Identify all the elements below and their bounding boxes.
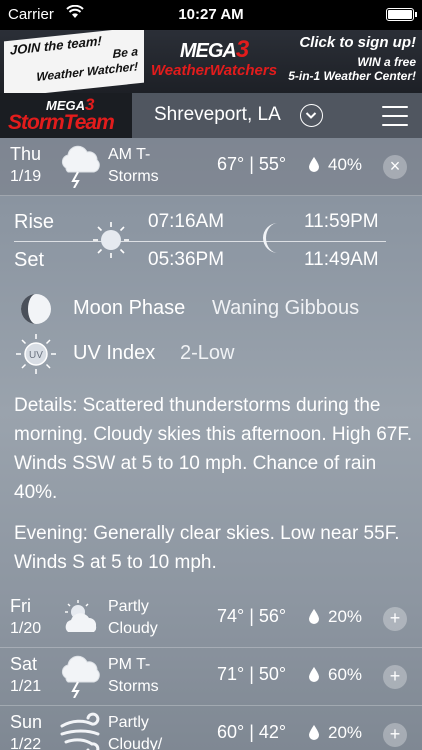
day-name: Fri xyxy=(10,596,31,616)
raindrop-icon xyxy=(308,666,320,682)
weather-watchers-ad-banner[interactable]: JOIN the team! Be a Weather Watcher! MEG… xyxy=(0,30,422,93)
moonrise-time: 11:59PM xyxy=(304,211,379,232)
mega-text: MEGA xyxy=(179,40,237,62)
status-bar: Carrier 10:27 AM xyxy=(0,0,422,30)
clock-time: 10:27 AM xyxy=(178,6,244,23)
moonset-time: 11:49AM xyxy=(304,249,379,270)
logo-name: StormTeam xyxy=(8,111,115,134)
day-condition: Partly Cloudy/ xyxy=(108,714,163,750)
raindrop-icon xyxy=(308,724,320,740)
precip-chance: 40% xyxy=(328,155,363,174)
day-condition: Partly Cloudy xyxy=(108,598,158,637)
raindrop-icon xyxy=(308,156,320,172)
day-temperatures: 67° | 55° xyxy=(217,154,287,174)
moon-icon xyxy=(258,221,288,255)
sunset-time: 05:36PM xyxy=(148,249,225,270)
battery-icon xyxy=(386,8,417,21)
day-detail-panel: Rise Set 07:16AM 05:36PM 11:59PM 11:49AM… xyxy=(0,197,422,589)
sign-up-callout: Click to sign up! WIN a free 5-in-1 Weat… xyxy=(276,34,416,83)
precip-chance: 20% xyxy=(328,723,363,742)
sunrise-time: 07:16AM xyxy=(148,211,225,232)
forecast-day-row[interactable]: Fri 1/20 Partly Cloudy 74° | 56° 20% + xyxy=(0,590,422,648)
thunderstorm-icon xyxy=(58,144,104,189)
location-selector[interactable]: Shreveport, LA xyxy=(154,104,281,126)
raindrop-icon xyxy=(308,608,320,624)
uv-icon: UV xyxy=(14,332,58,376)
hamburger-menu-icon[interactable] xyxy=(382,106,408,126)
thunderstorm-icon xyxy=(58,654,104,699)
day-temperatures: 60° | 42° xyxy=(217,722,287,742)
moon-phase-icon xyxy=(14,287,58,331)
day-date: 1/19 xyxy=(10,168,42,185)
expand-button[interactable]: + xyxy=(383,665,407,689)
day-date: 1/22 xyxy=(10,736,42,750)
day-temperatures: 71° | 50° xyxy=(217,664,287,684)
windy-icon xyxy=(58,712,104,750)
app-header: MEGA3 StormTeam Shreveport, LA xyxy=(0,93,422,138)
sun-icon xyxy=(90,219,132,261)
day-name: Sat xyxy=(10,654,38,674)
day-date: 1/20 xyxy=(10,620,42,637)
uv-index-value: 2-Low xyxy=(180,342,235,364)
day-condition: PM T-Storms xyxy=(108,656,159,695)
day-temperatures: 74° | 56° xyxy=(217,606,287,626)
precip-chance: 60% xyxy=(328,665,363,684)
day-condition: AM T-Storms xyxy=(108,146,159,185)
evening-details-text: Evening: Generally clear skies. Low near… xyxy=(14,523,400,573)
uv-index-label: UV Index xyxy=(73,342,156,364)
uv-icon-text: UV xyxy=(29,350,43,361)
day-name: Sun xyxy=(10,712,43,732)
forecast-day-row[interactable]: Thu 1/19 AM T-Storms 67° | 55° 40% × xyxy=(0,138,422,196)
day-date: 1/21 xyxy=(10,678,42,695)
win-line-1: WIN a free xyxy=(357,55,416,69)
collapse-button[interactable]: × xyxy=(383,155,407,179)
mega-number: 3 xyxy=(235,36,249,63)
precip-chance: 20% xyxy=(328,607,363,626)
horizon-line xyxy=(14,241,386,242)
moon-phase-label: Moon Phase xyxy=(73,297,186,319)
forecast-day-row[interactable]: Sat 1/21 PM T-Storms 71° | 50° 60% + xyxy=(0,648,422,706)
expand-button[interactable]: + xyxy=(383,723,407,747)
rise-label: Rise xyxy=(14,211,55,233)
day-name: Thu xyxy=(10,144,42,164)
chevron-down-icon[interactable] xyxy=(300,104,323,127)
win-line-2: 5-in-1 Weather Center! xyxy=(288,69,416,83)
click-to-sign-up: Click to sign up! xyxy=(299,34,416,51)
storm-team-logo: MEGA3 StormTeam xyxy=(0,93,132,138)
forecast-day-row[interactable]: Sun 1/22 Partly Cloudy/ 60° | 42° 20% + xyxy=(0,706,422,750)
set-label: Set xyxy=(14,249,45,271)
partly-cloudy-icon xyxy=(58,596,104,640)
join-team-badge: JOIN the team! Be a Weather Watcher! xyxy=(4,30,144,93)
moon-phase-value: Waning Gibbous xyxy=(212,297,360,319)
expand-button[interactable]: + xyxy=(383,607,407,631)
watchers-text: WeatherWatchers xyxy=(150,62,278,79)
weather-watchers-logo: MEGA3 WeatherWatchers xyxy=(148,36,280,88)
day-details-text: Details: Scattered thunderstorms during … xyxy=(14,395,413,503)
